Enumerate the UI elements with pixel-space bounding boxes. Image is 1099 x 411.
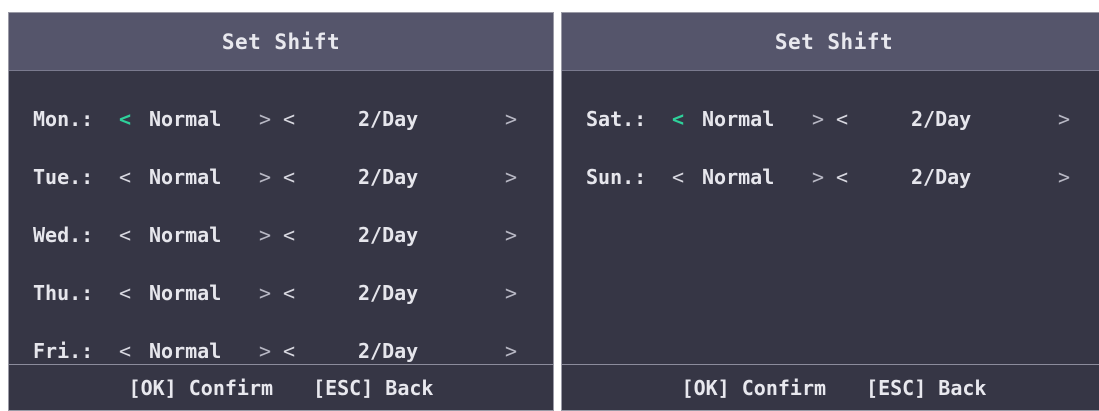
shift-row-sat[interactable]: Sat.: < Normal > < 2/Day > [562, 92, 1099, 150]
chevron-left-icon[interactable]: < [119, 106, 131, 132]
chevron-left-icon[interactable]: < [283, 106, 295, 132]
panel-footer: [OK] Confirm [ESC] Back [562, 364, 1099, 410]
shift-frequency-value[interactable]: 2/Day [358, 280, 418, 306]
chevron-right-icon[interactable]: > [259, 280, 271, 306]
chevron-left-icon[interactable]: < [119, 338, 131, 364]
set-shift-panel-weekdays: Set Shift Mon.: < Normal > < 2/Day > Tue… [8, 12, 554, 411]
day-label: Wed.: [33, 223, 94, 247]
chevron-left-icon[interactable]: < [119, 222, 131, 248]
chevron-left-icon[interactable]: < [672, 164, 684, 190]
chevron-right-icon[interactable]: > [259, 164, 271, 190]
panel-title: Set Shift [562, 13, 1099, 71]
chevron-right-icon[interactable]: > [505, 106, 517, 132]
panel-footer: [OK] Confirm [ESC] Back [9, 364, 553, 410]
set-shift-panel-weekend: Set Shift Sat.: < Normal > < 2/Day > Sun… [561, 12, 1099, 411]
shift-type-value[interactable]: Normal [149, 106, 221, 132]
chevron-left-icon[interactable]: < [283, 222, 295, 248]
day-label: Sun.: [586, 165, 647, 189]
chevron-left-icon[interactable]: < [119, 280, 131, 306]
shift-list: Sat.: < Normal > < 2/Day > Sun.: < Norma… [562, 92, 1099, 208]
back-button[interactable]: [ESC] Back [866, 376, 986, 400]
chevron-left-icon[interactable]: < [672, 106, 684, 132]
chevron-right-icon[interactable]: > [1058, 164, 1070, 190]
chevron-left-icon[interactable]: < [283, 280, 295, 306]
shift-frequency-value[interactable]: 2/Day [358, 222, 418, 248]
day-label: Sat.: [586, 107, 647, 131]
chevron-left-icon[interactable]: < [836, 106, 848, 132]
shift-row-sun[interactable]: Sun.: < Normal > < 2/Day > [562, 150, 1099, 208]
shift-row-tue[interactable]: Tue.: < Normal > < 2/Day > [9, 150, 553, 208]
confirm-button[interactable]: [OK] Confirm [129, 376, 274, 400]
day-label: Fri.: [33, 339, 94, 363]
back-button[interactable]: [ESC] Back [313, 376, 433, 400]
shift-type-value[interactable]: Normal [149, 164, 221, 190]
chevron-left-icon[interactable]: < [283, 338, 295, 364]
chevron-right-icon[interactable]: > [505, 222, 517, 248]
shift-frequency-value[interactable]: 2/Day [358, 164, 418, 190]
chevron-right-icon[interactable]: > [505, 338, 517, 364]
shift-row-thu[interactable]: Thu.: < Normal > < 2/Day > [9, 266, 553, 324]
shift-type-value[interactable]: Normal [149, 280, 221, 306]
chevron-left-icon[interactable]: < [836, 164, 848, 190]
panel-title: Set Shift [9, 13, 553, 71]
shift-row-mon[interactable]: Mon.: < Normal > < 2/Day > [9, 92, 553, 150]
shift-list: Mon.: < Normal > < 2/Day > Tue.: < Norma… [9, 92, 553, 382]
chevron-right-icon[interactable]: > [259, 338, 271, 364]
shift-frequency-value[interactable]: 2/Day [358, 338, 418, 364]
shift-frequency-value[interactable]: 2/Day [358, 106, 418, 132]
shift-frequency-value[interactable]: 2/Day [911, 164, 971, 190]
day-label: Thu.: [33, 281, 94, 305]
chevron-right-icon[interactable]: > [505, 280, 517, 306]
shift-type-value[interactable]: Normal [702, 164, 774, 190]
shift-type-value[interactable]: Normal [149, 338, 221, 364]
chevron-right-icon[interactable]: > [812, 164, 824, 190]
day-label: Mon.: [33, 107, 94, 131]
chevron-right-icon[interactable]: > [1058, 106, 1070, 132]
chevron-left-icon[interactable]: < [119, 164, 131, 190]
chevron-right-icon[interactable]: > [812, 106, 824, 132]
chevron-right-icon[interactable]: > [259, 106, 271, 132]
shift-type-value[interactable]: Normal [149, 222, 221, 248]
shift-type-value[interactable]: Normal [702, 106, 774, 132]
shift-row-wed[interactable]: Wed.: < Normal > < 2/Day > [9, 208, 553, 266]
confirm-button[interactable]: [OK] Confirm [682, 376, 827, 400]
shift-frequency-value[interactable]: 2/Day [911, 106, 971, 132]
chevron-left-icon[interactable]: < [283, 164, 295, 190]
day-label: Tue.: [33, 165, 94, 189]
chevron-right-icon[interactable]: > [259, 222, 271, 248]
chevron-right-icon[interactable]: > [505, 164, 517, 190]
